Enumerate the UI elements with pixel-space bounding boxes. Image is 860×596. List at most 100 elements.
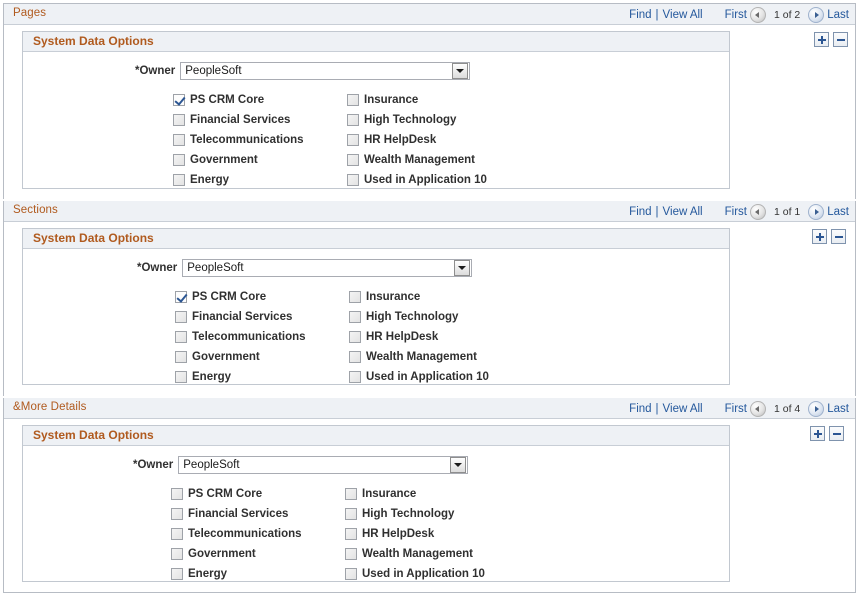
row-action-buttons (814, 32, 848, 47)
checkbox-item: Financial Services (175, 307, 306, 327)
checkbox-wealth-management[interactable] (345, 548, 357, 560)
panel-title: System Data Options (33, 34, 154, 48)
checkbox-insurance[interactable] (347, 94, 359, 106)
previous-page-icon[interactable] (750, 204, 766, 220)
checkbox-financial-services[interactable] (171, 508, 183, 520)
add-row-button[interactable] (814, 32, 829, 47)
owner-label: *Owner (137, 262, 177, 274)
add-row-button[interactable] (812, 229, 827, 244)
previous-page-icon[interactable] (750, 401, 766, 417)
owner-selected-value: PeopleSoft (181, 65, 452, 77)
delete-row-button[interactable] (831, 229, 846, 244)
checkbox-high-technology[interactable] (349, 311, 361, 323)
checkbox-item: Wealth Management (345, 544, 485, 564)
system-data-options-checkbox-matrix: PS CRM Core Financial Services Telecommuni… (173, 90, 633, 190)
checkbox-telecommunications[interactable] (173, 134, 185, 146)
checkbox-ps-crm-core[interactable] (173, 94, 185, 106)
owner-field-row: *OwnerPeopleSoft (133, 456, 468, 474)
checkbox-item: Used in Application 10 (347, 170, 487, 190)
system-data-options-panel: System Data Options *Owner PeopleSoft PS CR… (22, 228, 730, 385)
checkbox-column-1: PS CRM Core Financial Services Telecommuni… (173, 90, 304, 190)
last-link[interactable]: Last (827, 403, 849, 415)
last-link[interactable]: Last (827, 9, 849, 21)
checkbox-item: Telecommunications (173, 130, 304, 150)
checkbox-insurance[interactable] (349, 291, 361, 303)
owner-select[interactable]: PeopleSoft (178, 456, 468, 474)
group-title-pages: Pages (13, 7, 46, 19)
checkbox-item: PS CRM Core (173, 90, 304, 110)
grid-group-more-details: &More DetailsFind|View AllFirst1 of 4Las… (3, 398, 856, 593)
view-all-link[interactable]: View All (663, 403, 703, 415)
first-link[interactable]: First (725, 206, 747, 218)
group-header-pages: PagesFind|View AllFirst1 of 2Last (4, 4, 855, 25)
find-link[interactable]: Find (629, 9, 651, 21)
panel-header: System Data Options (23, 229, 729, 249)
delete-row-button[interactable] (833, 32, 848, 47)
first-link[interactable]: First (725, 9, 747, 21)
checkbox-financial-services[interactable] (173, 114, 185, 126)
next-page-icon[interactable] (808, 7, 824, 23)
checkbox-label: Used in Application 10 (364, 174, 487, 186)
checkbox-item: Used in Application 10 (349, 367, 489, 387)
checkbox-ps-crm-core[interactable] (171, 488, 183, 500)
find-link[interactable]: Find (629, 206, 651, 218)
checkbox-ps-crm-core[interactable] (175, 291, 187, 303)
checkbox-item: Government (171, 544, 302, 564)
find-link[interactable]: Find (629, 403, 651, 415)
checkbox-label: PS CRM Core (190, 94, 264, 106)
checkbox-label: Used in Application 10 (362, 568, 485, 580)
checkbox-insurance[interactable] (345, 488, 357, 500)
next-page-icon[interactable] (808, 401, 824, 417)
checkbox-hr-helpdesk[interactable] (349, 331, 361, 343)
checkbox-label: Financial Services (188, 508, 288, 520)
checkbox-hr-helpdesk[interactable] (347, 134, 359, 146)
checkbox-label: Insurance (362, 488, 416, 500)
system-data-options-panel: System Data Options*OwnerPeopleSoftPS CR… (22, 31, 730, 189)
checkbox-government[interactable] (173, 154, 185, 166)
system-data-options-checkbox-matrix: PS CRM CoreFinancial ServicesTelecommuni… (175, 287, 635, 387)
checkbox-label: Government (188, 548, 256, 560)
checkbox-telecommunications[interactable] (175, 331, 187, 343)
checkbox-label: High Technology (362, 508, 454, 520)
chevron-down-icon[interactable] (450, 457, 466, 473)
owner-select[interactable]: PeopleSoft (182, 259, 472, 277)
first-link[interactable]: First (725, 403, 747, 415)
chevron-down-icon[interactable] (454, 260, 470, 276)
add-row-button[interactable] (810, 426, 825, 441)
checkbox-used-in-application-10[interactable] (347, 174, 359, 186)
checkbox-label: Financial Services (190, 114, 290, 126)
group-title-more-details: &More Details (13, 401, 87, 413)
page-counter: 1 of 1 (774, 206, 800, 218)
checkbox-used-in-application-10[interactable] (345, 568, 357, 580)
checkbox-high-technology[interactable] (347, 114, 359, 126)
next-page-icon[interactable] (808, 204, 824, 220)
panel-header: System Data Options (23, 426, 729, 446)
nav-separator: | (656, 403, 659, 415)
checkbox-telecommunications[interactable] (171, 528, 183, 540)
checkbox-energy[interactable] (173, 174, 185, 186)
checkbox-energy[interactable] (171, 568, 183, 580)
previous-page-icon[interactable] (750, 7, 766, 23)
page-frame: PagesFind|View AllFirst1 of 2LastSystem … (0, 0, 860, 596)
checkbox-financial-services[interactable] (175, 311, 187, 323)
checkbox-label: Wealth Management (364, 154, 475, 166)
checkbox-wealth-management[interactable] (347, 154, 359, 166)
checkbox-high-technology[interactable] (345, 508, 357, 520)
owner-select[interactable]: PeopleSoft (180, 62, 470, 80)
checkbox-government[interactable] (171, 548, 183, 560)
chevron-down-icon[interactable] (452, 63, 468, 79)
checkbox-wealth-management[interactable] (349, 351, 361, 363)
checkbox-energy[interactable] (175, 371, 187, 383)
view-all-link[interactable]: View All (663, 9, 703, 21)
delete-row-button[interactable] (829, 426, 844, 441)
checkbox-label: Insurance (366, 291, 420, 303)
group-nav-sections: Find|View AllFirst1 of 1Last (629, 203, 849, 220)
checkbox-column-2: InsuranceHigh TechnologyHR HelpDeskWealt… (349, 287, 489, 387)
view-all-link[interactable]: View All (663, 206, 703, 218)
checkbox-hr-helpdesk[interactable] (345, 528, 357, 540)
checkbox-label: Telecommunications (192, 331, 306, 343)
checkbox-government[interactable] (175, 351, 187, 363)
last-link[interactable]: Last (827, 206, 849, 218)
checkbox-item: High Technology (347, 110, 487, 130)
checkbox-used-in-application-10[interactable] (349, 371, 361, 383)
